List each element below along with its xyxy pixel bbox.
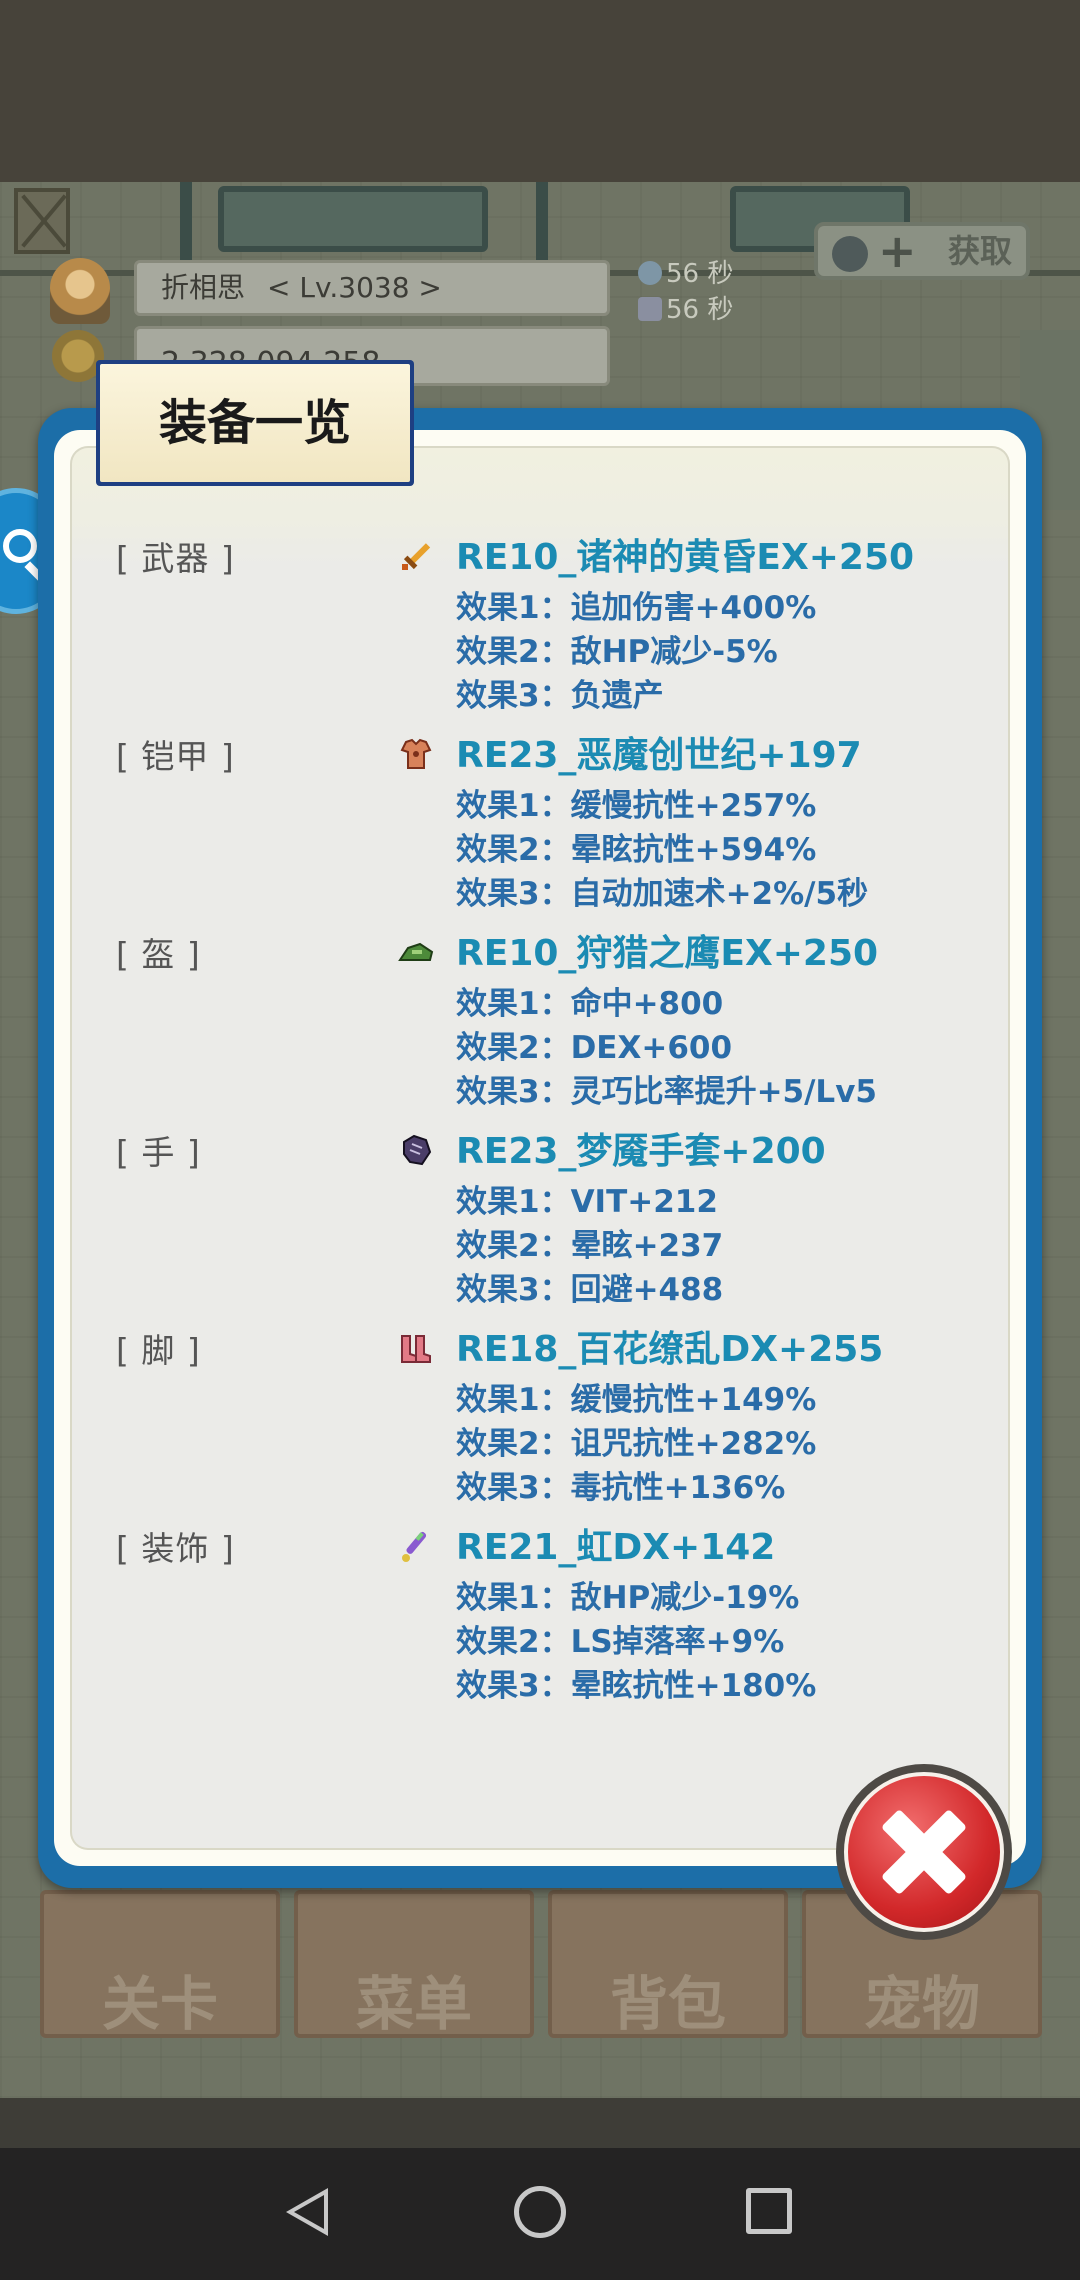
slot-label: [ 武器 ]: [116, 539, 235, 578]
boost-icon: [638, 297, 662, 321]
timer-1: 56 秒: [666, 259, 734, 289]
item-name: RE21_虹DX+142: [456, 1527, 776, 1568]
player-name-bar: 折相思 < Lv.3038 >: [134, 260, 610, 316]
item-effect-3: 效果3：灵巧比率提升+5/Lv5: [456, 1074, 877, 1110]
search-icon: [3, 529, 37, 563]
top-area: [0, 0, 1080, 182]
sword-icon: [402, 543, 431, 570]
item-effect-1: 效果1：VIT+212: [456, 1184, 718, 1220]
item-effect-1: 效果1：追加伤害+400%: [456, 590, 817, 626]
item-effect-3: 效果3：晕眩抗性+180%: [456, 1668, 817, 1704]
timer-2: 56 秒: [666, 295, 734, 325]
player-level: < Lv.3038 >: [267, 271, 442, 304]
item-effect-2: 效果2：LS掉落率+9%: [456, 1624, 785, 1660]
item-effect-3: 效果3：自动加速术+2%/5秒: [456, 876, 869, 912]
get-label: 获取: [947, 232, 1012, 270]
home-icon[interactable]: [514, 2186, 566, 2238]
slot-label: [ 装饰 ]: [116, 1529, 235, 1568]
slot-label: [ 铠甲 ]: [116, 737, 235, 776]
recent-apps-icon[interactable]: [746, 2188, 792, 2234]
equipment-row-helmet[interactable]: [ 盔 ] RE10_狩猎之鹰EX+250 效果1：命中+800 效果2：DEX…: [116, 924, 1006, 1122]
item-effect-2: 效果2：DEX+600: [456, 1030, 733, 1066]
glove-icon: [403, 1134, 432, 1166]
item-effect-1: 效果1：命中+800: [456, 986, 724, 1022]
accessory-icon: [402, 1531, 427, 1562]
item-name: RE10_诸神的黄昏EX+250: [456, 537, 915, 578]
modal-title: 装备一览: [100, 364, 410, 482]
item-effect-2: 效果2：敌HP减少-5%: [456, 634, 778, 670]
back-icon[interactable]: [286, 2188, 328, 2236]
item-name: RE23_梦魇手套+200: [456, 1131, 826, 1172]
bottom-strip: [0, 2098, 1080, 2148]
item-effect-2: 效果2：晕眩抗性+594%: [456, 832, 817, 868]
player-name: 折相思: [161, 271, 246, 304]
slot-label: [ 脚 ]: [116, 1331, 201, 1370]
item-effect-3: 效果3：毒抗性+136%: [456, 1470, 786, 1506]
equipment-row-armor[interactable]: [ 铠甲 ] RE23_恶魔创世纪+197 效果1：缓慢抗性+257% 效果2：…: [116, 726, 1006, 924]
item-effect-2: 效果2：晕眩+237: [456, 1228, 724, 1264]
item-name: RE10_狩猎之鹰EX+250: [456, 933, 879, 974]
get-boost-button[interactable]: + 获取: [814, 222, 1030, 280]
system-navigation-bar: [0, 2148, 1080, 2280]
tab-menu[interactable]: 菜单: [294, 1890, 534, 2038]
item-effect-1: 效果1：敌HP减少-19%: [456, 1580, 800, 1616]
close-icon: [844, 1772, 1004, 1932]
equipment-row-weapon[interactable]: [ 武器 ] RE10_诸神的黄昏EX+250 效果1：追加伤害+400% 效果…: [116, 528, 1006, 726]
slot-label: [ 手 ]: [116, 1133, 201, 1172]
item-effect-2: 效果2：诅咒抗性+282%: [456, 1426, 817, 1462]
equipment-row-accessory[interactable]: [ 装饰 ] RE21_虹DX+142 效果1：敌HP减少-19% 效果2：LS…: [116, 1518, 1006, 1716]
modal-title-tab: 装备一览: [96, 360, 414, 486]
boost-timers: 56 秒 56 秒: [638, 256, 733, 328]
item-effect-1: 效果1：缓慢抗性+149%: [456, 1382, 817, 1418]
slot-label: [ 盔 ]: [116, 935, 201, 974]
boots-icon: [401, 1335, 431, 1363]
pillar: [180, 182, 192, 272]
player-avatar[interactable]: [50, 258, 110, 324]
item-effect-3: 效果3：负遗产: [456, 678, 664, 714]
item-name: RE18_百花缭乱DX+255: [456, 1329, 884, 1370]
crate-icon: [14, 188, 70, 254]
equipment-list: [ 武器 ] RE10_诸神的黄昏EX+250 效果1：追加伤害+400% 效果…: [116, 528, 1006, 1716]
item-effect-1: 效果1：缓慢抗性+257%: [456, 788, 817, 824]
equipment-row-boots[interactable]: [ 脚 ] RE18_百花缭乱DX+255 效果1：缓慢抗性+149% 效果2：…: [116, 1320, 1006, 1518]
tab-stage[interactable]: 关卡: [40, 1890, 280, 2038]
helmet-icon: [398, 942, 434, 961]
tab-backpack[interactable]: 背包: [548, 1890, 788, 2038]
orb-icon: [832, 236, 868, 272]
item-name: RE23_恶魔创世纪+197: [456, 735, 862, 776]
plus-icon: +: [878, 224, 917, 278]
item-effect-3: 效果3：回避+488: [456, 1272, 724, 1308]
close-button[interactable]: [836, 1764, 1012, 1940]
equipment-row-glove[interactable]: [ 手 ] RE23_梦魇手套+200 效果1：VIT+212 效果2：晕眩+2…: [116, 1122, 1006, 1320]
armor-icon: [400, 738, 432, 769]
clock-icon: [638, 261, 662, 285]
bench: [218, 186, 488, 252]
pillar: [536, 182, 548, 272]
